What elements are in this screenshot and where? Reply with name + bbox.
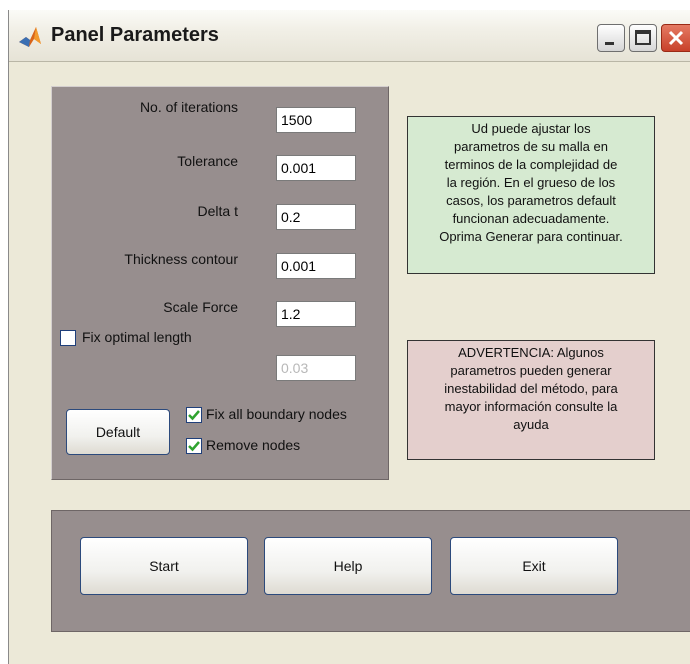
warning-line: ADVERTENCIA: Algunos <box>458 345 604 360</box>
title-bar[interactable]: Panel Parameters <box>9 10 690 62</box>
info-line: la región. En el grueso de los <box>446 175 616 190</box>
optimal-length-field: 0.03 <box>276 355 356 381</box>
warning-note: ADVERTENCIA: Algunos parametros pueden g… <box>407 340 655 460</box>
maximize-icon <box>635 30 651 45</box>
info-line: parametros de su malla en <box>454 139 608 154</box>
minimize-icon <box>605 42 614 45</box>
iterations-label: No. of iterations <box>139 99 238 115</box>
remove-nodes-label: Remove nodes <box>206 437 301 453</box>
warning-line: inestabilidad del método, para <box>444 381 618 396</box>
warning-line: ayuda <box>513 417 549 432</box>
info-line: casos, los parametros default <box>446 193 616 208</box>
info-line: Ud puede ajustar los <box>471 121 591 136</box>
help-button[interactable]: Help <box>264 537 432 595</box>
warning-line: parametros pueden generar <box>450 363 612 378</box>
exit-button[interactable]: Exit <box>450 537 618 595</box>
start-button[interactable]: Start <box>80 537 248 595</box>
info-line: terminos de la complejidad de <box>444 157 618 172</box>
scale-force-field[interactable]: 1.2 <box>276 301 356 327</box>
warning-line: mayor información consulte la <box>444 399 618 414</box>
maximize-button[interactable] <box>629 24 657 52</box>
panel-parameters-window: Panel Parameters No. of iterations 1500 … <box>8 10 690 664</box>
fix-boundary-nodes-label: Fix all boundary nodes <box>206 406 347 422</box>
info-line: funcionan adecuadamente. <box>452 211 610 226</box>
scale-force-label: Scale Force <box>163 299 238 315</box>
delta-t-field[interactable]: 0.2 <box>276 204 356 230</box>
fix-optimal-length-checkbox[interactable] <box>60 330 76 346</box>
info-note: Ud puede ajustar los parametros de su ma… <box>407 116 655 274</box>
tolerance-label: Tolerance <box>177 153 238 169</box>
matlab-logo-icon <box>17 24 43 50</box>
close-button[interactable] <box>661 24 690 52</box>
tolerance-field[interactable]: 0.001 <box>276 155 356 181</box>
check-icon <box>188 441 200 452</box>
remove-nodes-checkbox[interactable] <box>186 438 202 454</box>
close-icon <box>668 30 684 46</box>
fix-optimal-length-label: Fix optimal length <box>82 329 192 345</box>
default-button[interactable]: Default <box>66 409 170 455</box>
info-line: Oprima Generar para continuar. <box>439 229 623 244</box>
window-title: Panel Parameters <box>51 24 219 46</box>
thickness-contour-field[interactable]: 0.001 <box>276 253 356 279</box>
minimize-button[interactable] <box>597 24 625 52</box>
delta-t-label: Delta t <box>197 203 238 219</box>
thickness-contour-label: Thickness contour <box>124 251 238 267</box>
iterations-field[interactable]: 1500 <box>276 107 356 133</box>
check-icon <box>188 410 200 421</box>
actions-panel: Start Help Exit <box>51 510 690 632</box>
parameters-panel: No. of iterations 1500 Tolerance 0.001 D… <box>51 86 389 480</box>
fix-boundary-nodes-checkbox[interactable] <box>186 407 202 423</box>
